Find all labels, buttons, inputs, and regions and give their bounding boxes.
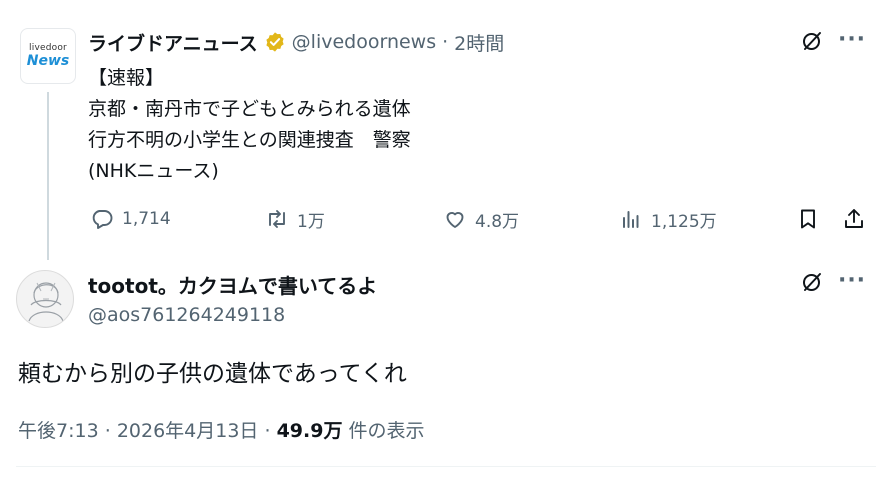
bookmark-icon[interactable]: [794, 205, 822, 233]
avatar-text-line2: News: [26, 53, 70, 69]
view-count: 1,125万: [651, 211, 717, 232]
tweet-text: 【速報】 京都・南丹市で子どもとみられる遺体 行方不明の小学生との関連捜査 警察…: [88, 67, 411, 182]
reply-icon: [92, 210, 113, 229]
tweet-header: ライブドアニュース @livedoornews · 2時間: [88, 29, 504, 56]
views-icon: [623, 211, 639, 228]
display-name[interactable]: ライブドアニュース: [88, 29, 258, 56]
retweet-icon: [269, 210, 285, 228]
thread-line: [47, 92, 49, 260]
like-button[interactable]: 4.8万: [443, 205, 519, 233]
retweet-count: 1万: [297, 211, 325, 232]
grok-icon[interactable]: [798, 268, 826, 296]
views-count: 49.9万: [276, 420, 343, 442]
reply-display-name[interactable]: tootot。カクヨムで書いてるよ: [88, 270, 377, 299]
reply-text: 頼むから別の子供の遺体であってくれ: [18, 361, 407, 387]
tweet-date-link[interactable]: 2026年4月13日: [117, 420, 259, 442]
verified-badge-icon: [266, 32, 284, 52]
like-count: 4.8万: [475, 211, 520, 232]
handle[interactable]: @livedoornews: [292, 31, 436, 53]
avatar-tootot[interactable]: [16, 270, 74, 328]
reply-button[interactable]: 1,714: [90, 205, 171, 233]
more-icon[interactable]: ···: [838, 266, 866, 294]
more-icon[interactable]: ···: [838, 25, 866, 53]
reply-handle[interactable]: @aos761264249118: [88, 304, 285, 326]
grok-icon[interactable]: [798, 27, 826, 55]
like-icon: [446, 212, 464, 228]
meta-dot: ·: [264, 420, 271, 442]
tweet-time[interactable]: 2時間: [454, 29, 504, 56]
meta-dot: ·: [104, 420, 111, 442]
tweet-meta: 午後7:13 · 2026年4月13日 · 49.9万 件の表示: [18, 416, 425, 443]
separator-dot: ·: [442, 31, 449, 53]
views-label: 件の表示: [348, 420, 425, 442]
avatar-text-line1: livedoor: [29, 43, 67, 53]
views-button[interactable]: 1,125万: [619, 205, 717, 233]
reply-count: 1,714: [122, 209, 171, 229]
share-icon[interactable]: [840, 205, 868, 233]
avatar-livedoor-news[interactable]: livedoor News: [20, 28, 76, 84]
retweet-button[interactable]: 1万: [265, 205, 325, 233]
tweet-time-link[interactable]: 午後7:13: [18, 420, 99, 442]
divider: [16, 466, 876, 467]
